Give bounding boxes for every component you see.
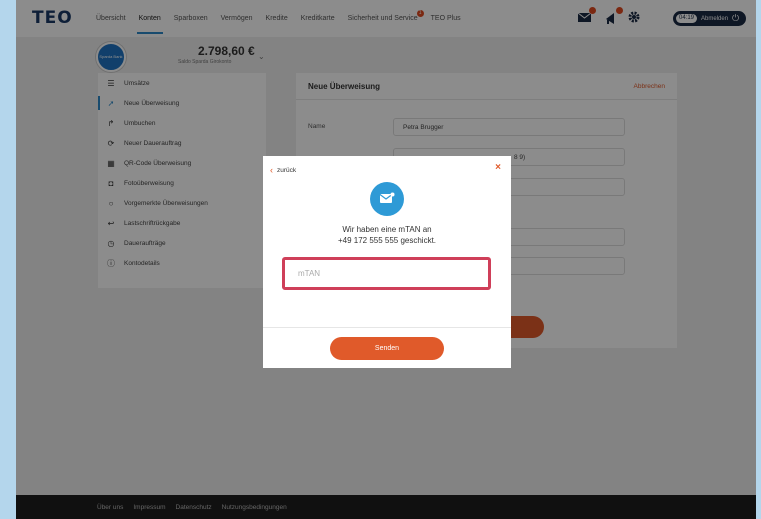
mtan-message: Wir haben eine mTAN an +49 172 555 555 g…	[263, 224, 511, 246]
chevron-left-icon: ‹	[270, 165, 273, 175]
envelope-icon	[370, 182, 404, 216]
mtan-message-line2: +49 172 555 555 geschickt.	[337, 236, 437, 245]
mtan-message-line1: Wir haben eine mTAN an	[342, 225, 432, 234]
close-icon[interactable]: ×	[495, 162, 501, 173]
mtan-input[interactable]: mTAN	[282, 257, 491, 290]
back-label: zurück	[277, 166, 297, 174]
mtan-dialog: ‹ zurück × Wir haben eine mTAN an +49 17…	[263, 156, 511, 368]
back-button[interactable]: ‹ zurück	[270, 165, 296, 175]
divider	[263, 327, 511, 328]
send-button[interactable]: Senden	[330, 337, 444, 360]
app-window: TEO Übersicht Konten Sparboxen Vermögen …	[16, 0, 756, 519]
